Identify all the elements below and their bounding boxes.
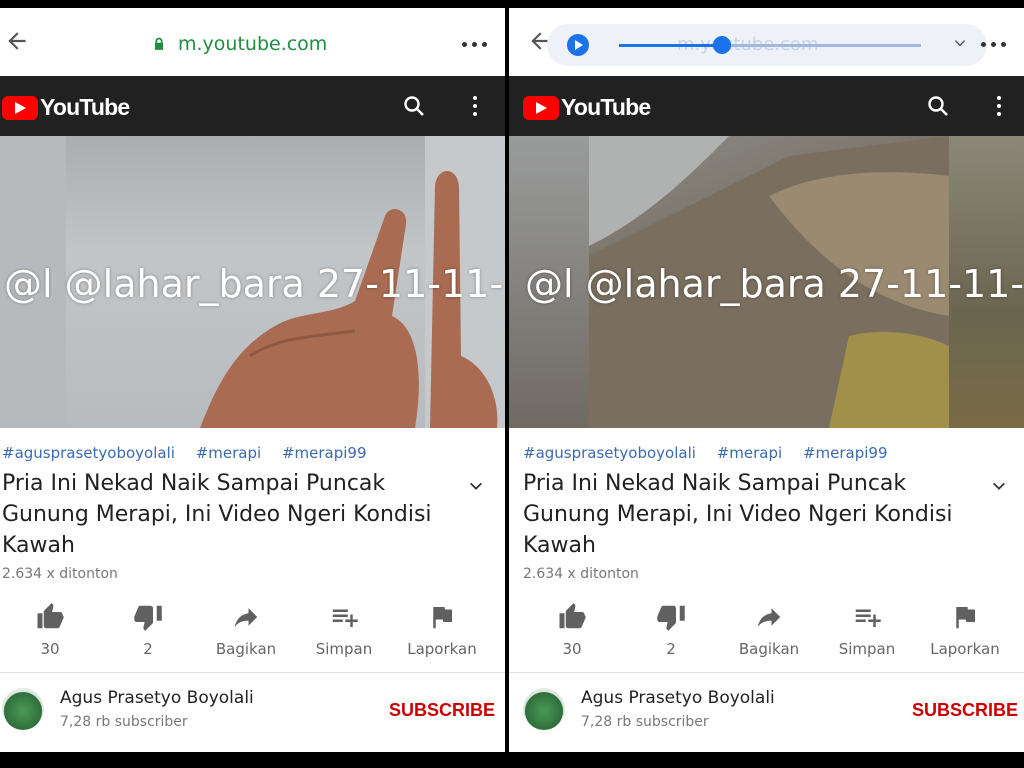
hashtag-link[interactable]: #agusprasetyoboyolali bbox=[523, 444, 696, 462]
channel-name[interactable]: Agus Prasetyo Boyolali bbox=[60, 688, 254, 708]
video-thumbnail[interactable]: @l @lahar_bara 27-11-11- bbox=[509, 136, 1024, 428]
kebab-menu-icon[interactable] bbox=[997, 96, 1003, 120]
dislike-button[interactable]: 2 bbox=[98, 602, 198, 658]
flag-icon bbox=[433, 607, 452, 629]
subscribe-button[interactable]: SUBSCRIBE bbox=[912, 700, 1018, 721]
channel-name[interactable]: Agus Prasetyo Boyolali bbox=[581, 688, 775, 708]
chevron-down-icon[interactable] bbox=[468, 478, 484, 494]
view-count: 2.634 x ditonton bbox=[2, 566, 118, 582]
video-title: Pria Ini Nekad Naik Sampai Puncak Gunung… bbox=[2, 471, 432, 558]
pointing-hand-image bbox=[200, 209, 419, 428]
channel-avatar[interactable] bbox=[2, 688, 44, 730]
dislike-count: 2 bbox=[666, 640, 676, 658]
report-button[interactable]: Laporkan bbox=[915, 602, 1015, 658]
divider bbox=[509, 672, 1024, 673]
youtube-header: YouTube bbox=[509, 76, 1024, 136]
hashtag-link[interactable]: #agusprasetyoboyolali bbox=[2, 444, 175, 462]
youtube-logo-icon[interactable] bbox=[2, 96, 38, 120]
like-button[interactable]: 30 bbox=[522, 602, 622, 658]
browser-address-bar: m.youtube.com bbox=[509, 8, 1024, 76]
hashtag-link[interactable]: #merapi99 bbox=[282, 444, 367, 462]
share-label: Bagikan bbox=[738, 640, 800, 658]
like-button[interactable]: 30 bbox=[0, 602, 100, 658]
share-icon bbox=[234, 608, 258, 627]
share-button[interactable]: Bagikan bbox=[196, 602, 296, 658]
play-icon[interactable] bbox=[567, 34, 589, 56]
search-icon[interactable] bbox=[402, 94, 426, 118]
action-bar: 30 2 Bagikan Simpan Laporkan bbox=[509, 602, 1024, 662]
share-icon bbox=[757, 608, 781, 627]
lock-icon bbox=[154, 37, 164, 50]
save-label: Simpan bbox=[838, 640, 896, 658]
dislike-count: 2 bbox=[143, 640, 153, 658]
flag-icon bbox=[956, 607, 975, 629]
url-text[interactable]: m.youtube.com bbox=[178, 33, 327, 55]
back-arrow-icon[interactable] bbox=[4, 28, 30, 54]
playlist-add-icon bbox=[332, 609, 358, 627]
youtube-logo-icon[interactable] bbox=[523, 96, 559, 120]
thumbs-down-icon bbox=[134, 605, 162, 631]
hashtag-link[interactable]: #merapi bbox=[717, 444, 782, 462]
save-button[interactable]: Simpan bbox=[294, 602, 394, 658]
kebab-menu-icon[interactable] bbox=[473, 96, 479, 120]
chevron-down-icon[interactable] bbox=[991, 478, 1007, 494]
view-count: 2.634 x ditonton bbox=[523, 566, 639, 582]
hashtag-link[interactable]: #merapi bbox=[196, 444, 261, 462]
hashtags: #agusprasetyoboyolali #merapi #merapi99 bbox=[523, 444, 904, 462]
video-title: Pria Ini Nekad Naik Sampai Puncak Gunung… bbox=[523, 471, 953, 558]
more-dots-icon[interactable] bbox=[981, 42, 1006, 47]
hashtags: #agusprasetyoboyolali #merapi #merapi99 bbox=[2, 444, 383, 462]
subscriber-count: 7,28 rb subscriber bbox=[60, 714, 188, 730]
browser-address-bar: m.youtube.com bbox=[0, 8, 505, 76]
seek-slider[interactable] bbox=[619, 36, 921, 54]
save-label: Simpan bbox=[315, 640, 373, 658]
more-dots-icon[interactable] bbox=[462, 42, 487, 47]
thumbs-down-icon bbox=[657, 605, 685, 631]
report-label: Laporkan bbox=[407, 640, 477, 658]
youtube-wordmark[interactable]: YouTube bbox=[40, 94, 130, 121]
share-label: Bagikan bbox=[215, 640, 277, 658]
like-count: 30 bbox=[562, 640, 582, 658]
youtube-wordmark[interactable]: YouTube bbox=[561, 94, 651, 121]
video-overlay-text: @l @lahar_bara 27-11-11- bbox=[4, 262, 504, 306]
chevron-down-icon[interactable] bbox=[953, 36, 967, 50]
action-bar: 30 2 Bagikan Simpan Laporkan bbox=[0, 602, 505, 662]
media-seek-overlay: m.youtube.com bbox=[547, 24, 987, 66]
search-icon[interactable] bbox=[926, 94, 950, 118]
report-label: Laporkan bbox=[930, 640, 1000, 658]
channel-avatar[interactable] bbox=[523, 688, 565, 730]
video-overlay-text: @l @lahar_bara 27-11-11- bbox=[525, 262, 1024, 306]
divider bbox=[0, 672, 505, 673]
thumbs-up-icon bbox=[37, 603, 64, 629]
right-screenshot-panel: m.youtube.com YouTube @l @lahar_bara 27-… bbox=[509, 8, 1024, 752]
video-thumbnail[interactable]: @l @lahar_bara 27-11-11- bbox=[0, 136, 505, 428]
dislike-button[interactable]: 2 bbox=[621, 602, 721, 658]
save-button[interactable]: Simpan bbox=[817, 602, 917, 658]
left-screenshot-panel: m.youtube.com YouTube @l @lahar_bara 27-… bbox=[0, 8, 505, 752]
share-button[interactable]: Bagikan bbox=[719, 602, 819, 658]
subscribe-button[interactable]: SUBSCRIBE bbox=[389, 700, 495, 721]
thumbs-up-icon bbox=[559, 603, 586, 629]
subscriber-count: 7,28 rb subscriber bbox=[581, 714, 709, 730]
playlist-add-icon bbox=[855, 609, 881, 627]
youtube-header: YouTube bbox=[0, 76, 505, 136]
seek-slider-handle[interactable] bbox=[712, 36, 731, 54]
hashtag-link[interactable]: #merapi99 bbox=[803, 444, 888, 462]
report-button[interactable]: Laporkan bbox=[392, 602, 492, 658]
like-count: 30 bbox=[40, 640, 60, 658]
